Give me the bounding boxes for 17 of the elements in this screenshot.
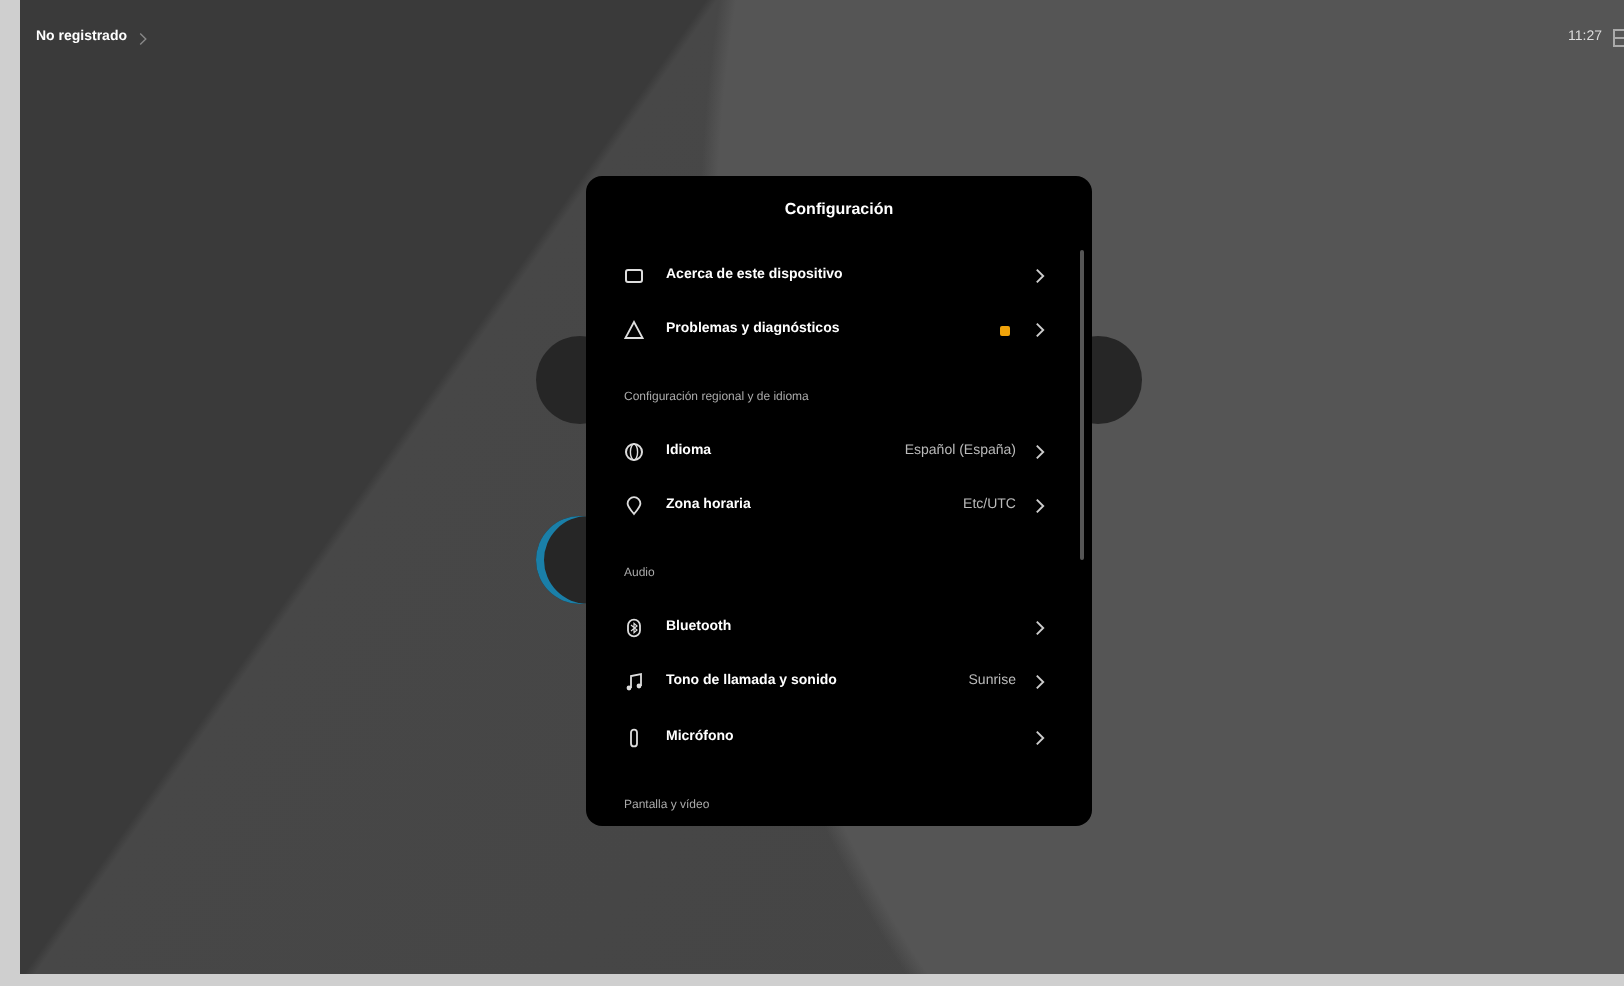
chevron-icon (1032, 617, 1048, 638)
chevron-icon (1032, 320, 1048, 341)
chevron-icon (1032, 727, 1048, 748)
chevron-icon (135, 31, 150, 46)
location-pin-icon (624, 496, 644, 517)
scrollbar[interactable] (1080, 250, 1084, 560)
warning-icon (624, 320, 644, 341)
device-icon (624, 265, 644, 286)
microphone-icon (624, 727, 644, 748)
bluetooth-icon (624, 617, 644, 638)
panel-title: Configuración (782, 198, 896, 222)
chevron-icon (1032, 672, 1048, 693)
globe-icon (624, 441, 644, 462)
chevron-icon (1032, 496, 1048, 517)
chevron-icon (1032, 441, 1048, 462)
chevron-icon (1032, 265, 1048, 286)
music-note-icon (624, 672, 644, 693)
